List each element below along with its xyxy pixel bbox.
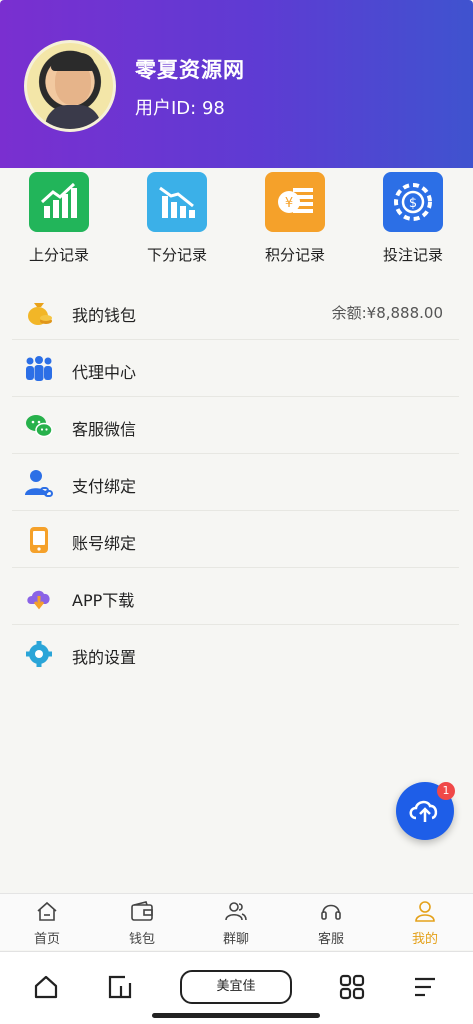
menu-item-label: 我的设置 — [72, 648, 137, 667]
home-icon — [37, 901, 57, 921]
tab-label: 首页 — [33, 932, 60, 947]
user-link-icon — [24, 468, 54, 498]
people-icon — [225, 902, 247, 921]
quick-action-label: 投注记录 — [382, 246, 443, 264]
headset-icon — [321, 904, 341, 920]
wallet-icon — [131, 901, 153, 921]
svg-text:$: $ — [409, 196, 417, 211]
user-icon — [415, 901, 435, 922]
svg-text:¥: ¥ — [285, 196, 293, 211]
chart-down-icon — [147, 172, 207, 232]
tab-home[interactable]: 首页 — [17, 900, 77, 947]
menu-item-support-wechat[interactable]: 客服微信 — [12, 397, 459, 454]
site-name: 零夏资源网 — [135, 58, 245, 82]
tab-wallet[interactable]: 钱包 — [112, 900, 172, 947]
tab-label: 客服 — [317, 932, 344, 947]
quick-actions: 上分记录 下分记录 ¥ 积分记录 $ 投注记录 — [0, 170, 473, 270]
menu-item-app-download[interactable]: APP下载 — [12, 568, 459, 625]
team-icon — [24, 354, 54, 384]
quick-action-recharge-records[interactable]: 上分记录 — [9, 172, 109, 265]
menu-item-label: 账号绑定 — [72, 534, 137, 553]
tab-label: 群聊 — [222, 932, 249, 947]
user-id: 用户ID: 98 — [135, 98, 225, 119]
wechat-icon — [24, 411, 54, 441]
menu-item-label: 客服微信 — [72, 420, 137, 439]
tab-label: 钱包 — [128, 932, 155, 947]
quick-action-label: 上分记录 — [28, 246, 89, 264]
cloud-download-icon — [24, 582, 54, 612]
menu-item-label: 代理中心 — [72, 363, 137, 382]
menu-item-settings[interactable]: 我的设置 — [12, 625, 459, 682]
chart-up-icon — [29, 172, 89, 232]
menu-item-agent-center[interactable]: 代理中心 — [12, 340, 459, 397]
quick-action-withdraw-records[interactable]: 下分记录 — [127, 172, 227, 265]
tab-mine[interactable]: 我的 — [395, 900, 455, 947]
menu-item-account-binding[interactable]: 账号绑定 — [12, 511, 459, 568]
quick-action-points-records[interactable]: ¥ 积分记录 — [245, 172, 345, 265]
gear-icon — [24, 639, 54, 669]
tab-customer-service[interactable]: 客服 — [301, 900, 361, 947]
notification-badge: 1 — [437, 782, 455, 800]
home-button-icon[interactable] — [33, 974, 59, 1000]
menu-item-label: 我的钱包 — [72, 306, 137, 325]
phone-icon — [24, 525, 54, 555]
quick-action-label: 下分记录 — [146, 246, 207, 264]
recent-apps-icon[interactable] — [107, 974, 133, 1000]
home-indicator — [152, 1013, 320, 1018]
nav-pill-app[interactable]: 美宜佳 — [180, 970, 292, 1004]
menu-item-label: APP下载 — [72, 591, 135, 610]
coin-stack-icon: ¥ — [265, 172, 325, 232]
quick-action-bet-records[interactable]: $ 投注记录 — [363, 172, 463, 265]
chip-icon: $ — [383, 172, 443, 232]
tab-label: 我的 — [411, 932, 438, 947]
profile-header: 零夏资源网 用户ID: 98 — [0, 0, 473, 168]
wallet-balance: 余额:¥8,888.00 — [331, 304, 443, 322]
tab-group-chat[interactable]: 群聊 — [206, 900, 266, 947]
menu-item-wallet[interactable]: 我的钱包 余额:¥8,888.00 — [12, 283, 459, 340]
bottom-tab-bar: 首页 钱包 群聊 客服 我的 — [0, 893, 473, 950]
avatar[interactable] — [24, 40, 116, 132]
apps-grid-icon[interactable] — [339, 974, 365, 1000]
menu-item-payment-binding[interactable]: 支付绑定 — [12, 454, 459, 511]
money-bag-icon — [24, 297, 54, 327]
menu-lines-icon[interactable] — [412, 974, 438, 1000]
quick-action-label: 积分记录 — [264, 246, 325, 264]
menu-item-label: 支付绑定 — [72, 477, 137, 496]
